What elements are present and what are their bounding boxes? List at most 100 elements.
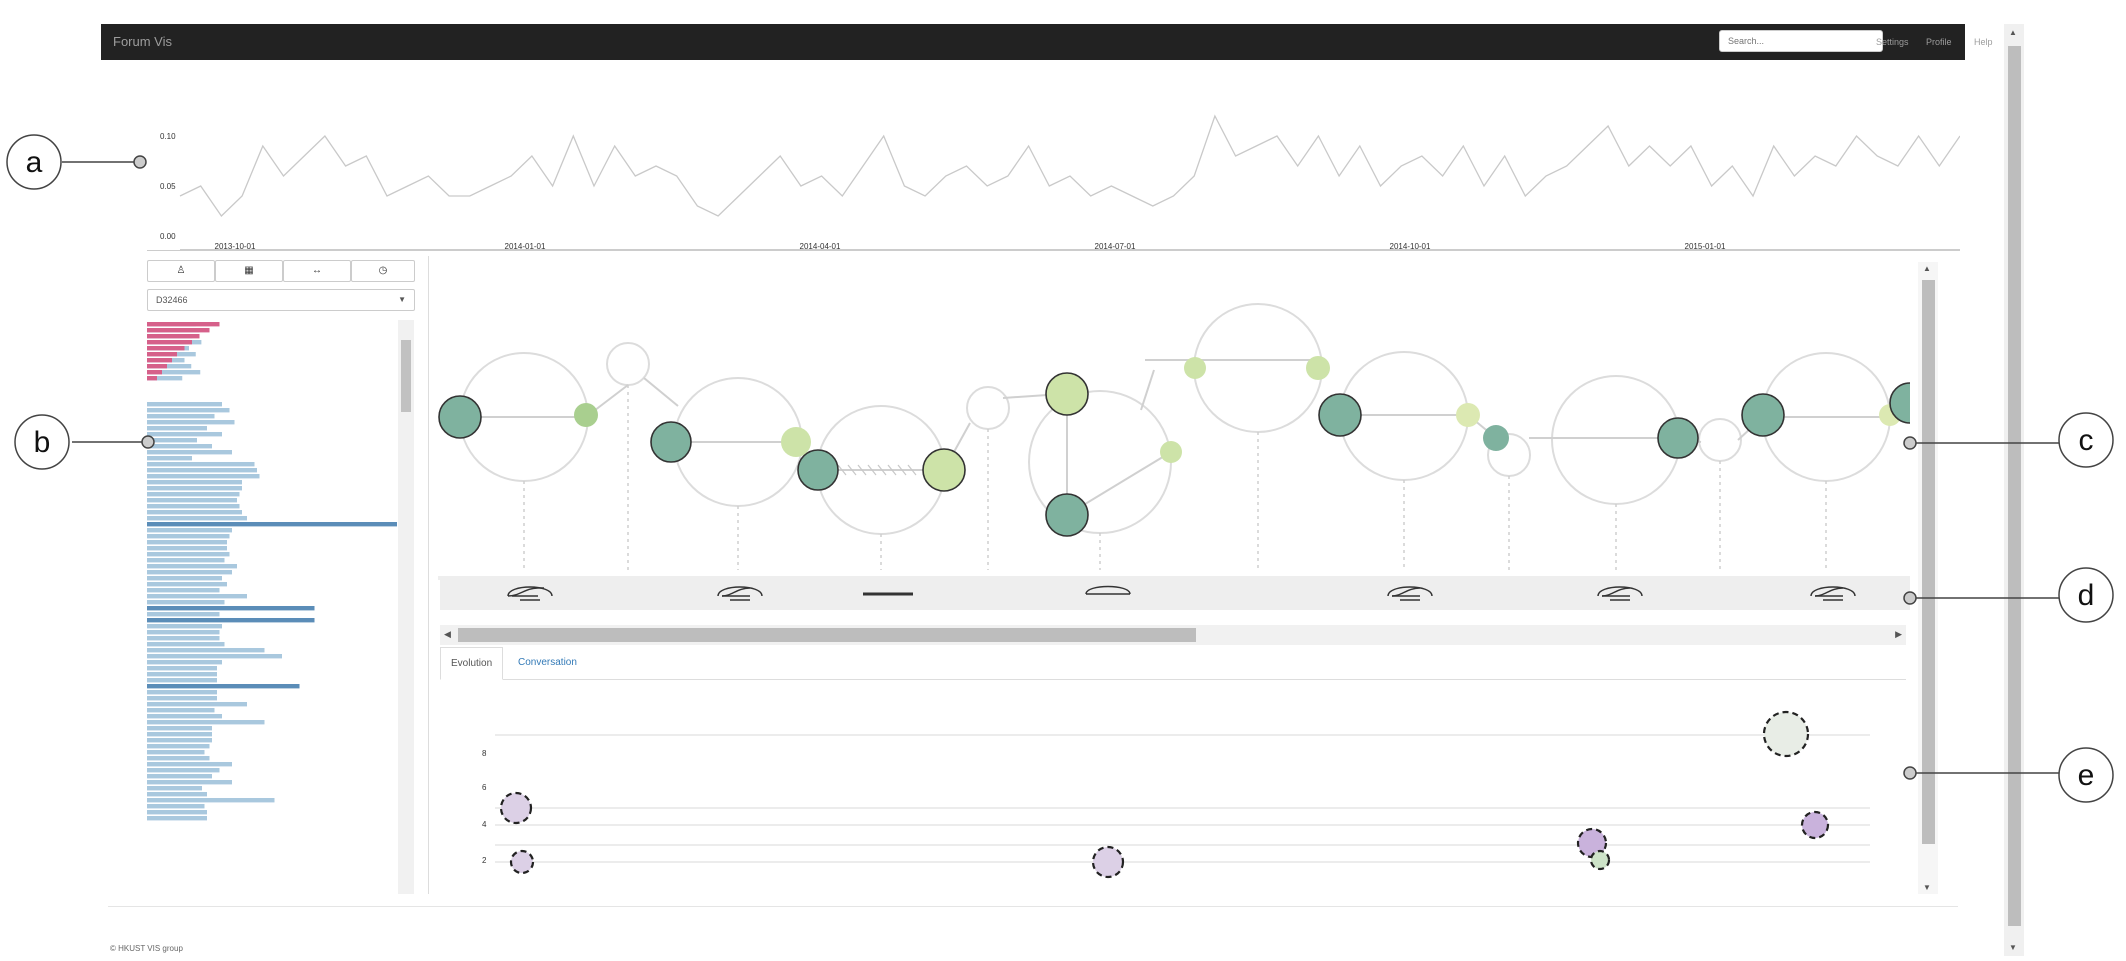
user-bar[interactable] xyxy=(147,660,222,665)
user-bar[interactable] xyxy=(147,636,220,641)
profile-link[interactable]: Profile xyxy=(1926,37,1952,47)
user-bar[interactable] xyxy=(147,468,257,473)
page-scrollbar[interactable]: ▲ ▼ xyxy=(2004,24,2024,956)
user-bar[interactable] xyxy=(147,450,232,455)
user-bar[interactable] xyxy=(147,438,197,443)
user-bar[interactable] xyxy=(147,546,227,551)
user-bar[interactable] xyxy=(147,756,210,761)
brand-logo[interactable]: Forum Vis xyxy=(113,34,172,49)
user-bar[interactable] xyxy=(147,768,220,773)
user-bar[interactable] xyxy=(147,642,225,647)
user-bar[interactable] xyxy=(147,744,210,749)
user-bar[interactable] xyxy=(147,774,212,779)
user-bar[interactable] xyxy=(147,462,255,467)
user-bar[interactable] xyxy=(147,444,212,449)
user-bar[interactable] xyxy=(147,582,227,587)
help-link[interactable]: Help xyxy=(1974,37,1993,47)
user-bar[interactable] xyxy=(147,402,222,407)
user-bar[interactable] xyxy=(147,684,300,689)
user-bar[interactable] xyxy=(147,732,212,737)
user-bar[interactable] xyxy=(147,780,232,785)
user-bar[interactable] xyxy=(147,426,207,431)
user-bar[interactable] xyxy=(147,414,215,419)
user-bar[interactable] xyxy=(147,714,222,719)
calendar-view-button[interactable]: ▦ xyxy=(215,260,283,282)
user-bar[interactable] xyxy=(147,600,225,605)
user-bar[interactable] xyxy=(147,690,217,695)
user-bar-highlight[interactable] xyxy=(147,358,172,363)
activity-timeline[interactable]: 0.100.050.00 2013-10-01 2014-01-01 2014-04… xyxy=(140,96,1960,256)
user-bar[interactable] xyxy=(147,432,222,437)
user-bar[interactable] xyxy=(147,612,220,617)
user-bar[interactable] xyxy=(147,624,222,629)
arrows-view-button[interactable]: ↔ xyxy=(283,260,351,282)
user-bar[interactable] xyxy=(147,408,230,413)
user-bar-highlight[interactable] xyxy=(147,352,177,357)
clock-view-button[interactable]: ◷ xyxy=(351,260,415,282)
user-bar[interactable] xyxy=(147,456,192,461)
user-bar[interactable] xyxy=(147,738,212,743)
user-bar[interactable] xyxy=(147,786,202,791)
tab-conversation[interactable]: Conversation xyxy=(508,647,587,678)
user-bar-highlight[interactable] xyxy=(147,346,185,351)
user-bar-highlight[interactable] xyxy=(147,322,220,327)
user-bar[interactable] xyxy=(147,594,247,599)
user-bar[interactable] xyxy=(147,810,207,815)
settings-link[interactable]: Settings xyxy=(1876,37,1909,47)
user-bar[interactable] xyxy=(147,678,217,683)
user-bar[interactable] xyxy=(147,696,217,701)
scroll-right-icon[interactable]: ▶ xyxy=(1895,629,1902,640)
user-bar-highlight[interactable] xyxy=(147,334,200,339)
user-bar[interactable] xyxy=(147,558,225,563)
user-bar-highlight[interactable] xyxy=(147,340,192,345)
user-bar[interactable] xyxy=(147,606,315,611)
scroll-down-icon[interactable]: ▼ xyxy=(1923,883,1931,892)
user-bar[interactable] xyxy=(147,648,265,653)
user-bar[interactable] xyxy=(147,516,247,521)
user-bar[interactable] xyxy=(147,528,232,533)
user-bar[interactable] xyxy=(147,474,260,479)
user-list-scroll-thumb[interactable] xyxy=(401,340,411,412)
user-bar[interactable] xyxy=(147,552,230,557)
user-bar-list[interactable] xyxy=(147,320,397,894)
user-list-scrollbar[interactable] xyxy=(398,320,414,894)
user-bar[interactable] xyxy=(147,420,235,425)
user-bar[interactable] xyxy=(147,480,242,485)
user-bar[interactable] xyxy=(147,576,222,581)
user-bar[interactable] xyxy=(147,522,397,527)
user-bar[interactable] xyxy=(147,618,315,623)
user-bar[interactable] xyxy=(147,486,242,491)
user-bar[interactable] xyxy=(147,534,230,539)
user-bar[interactable] xyxy=(147,504,240,509)
user-bar[interactable] xyxy=(147,666,217,671)
user-bar[interactable] xyxy=(147,498,237,503)
page-scroll-thumb[interactable] xyxy=(2008,46,2021,926)
user-bar[interactable] xyxy=(147,798,275,803)
user-bar[interactable] xyxy=(147,570,232,575)
user-bar[interactable] xyxy=(147,510,242,515)
user-bar[interactable] xyxy=(147,708,215,713)
main-vertical-scrollbar[interactable]: ▲ ▼ xyxy=(1918,262,1938,894)
tab-evolution[interactable]: Evolution xyxy=(440,647,504,680)
main-scroll-thumb[interactable] xyxy=(1922,280,1935,844)
scroll-up-icon[interactable]: ▲ xyxy=(1923,264,1931,273)
user-bar-highlight[interactable] xyxy=(147,364,167,369)
user-bar[interactable] xyxy=(147,762,232,767)
user-bar[interactable] xyxy=(147,720,265,725)
user-bar[interactable] xyxy=(147,492,240,497)
graph-scroll-thumb[interactable] xyxy=(458,628,1196,642)
user-bar-highlight[interactable] xyxy=(147,328,210,333)
user-bar[interactable] xyxy=(147,750,205,755)
search-input[interactable] xyxy=(1719,30,1883,52)
user-bar[interactable] xyxy=(147,654,282,659)
user-bar-highlight[interactable] xyxy=(147,370,162,375)
user-bar[interactable] xyxy=(147,630,220,635)
user-bar[interactable] xyxy=(147,702,247,707)
graph-horizontal-scrollbar[interactable]: ◀ ▶ xyxy=(440,625,1906,645)
user-select[interactable]: D32466 ▼ xyxy=(147,289,415,311)
user-bar[interactable] xyxy=(147,540,227,545)
user-bar[interactable] xyxy=(147,792,207,797)
user-bar[interactable] xyxy=(147,588,220,593)
user-bar[interactable] xyxy=(147,672,217,677)
conversation-graph[interactable] xyxy=(438,270,1910,580)
